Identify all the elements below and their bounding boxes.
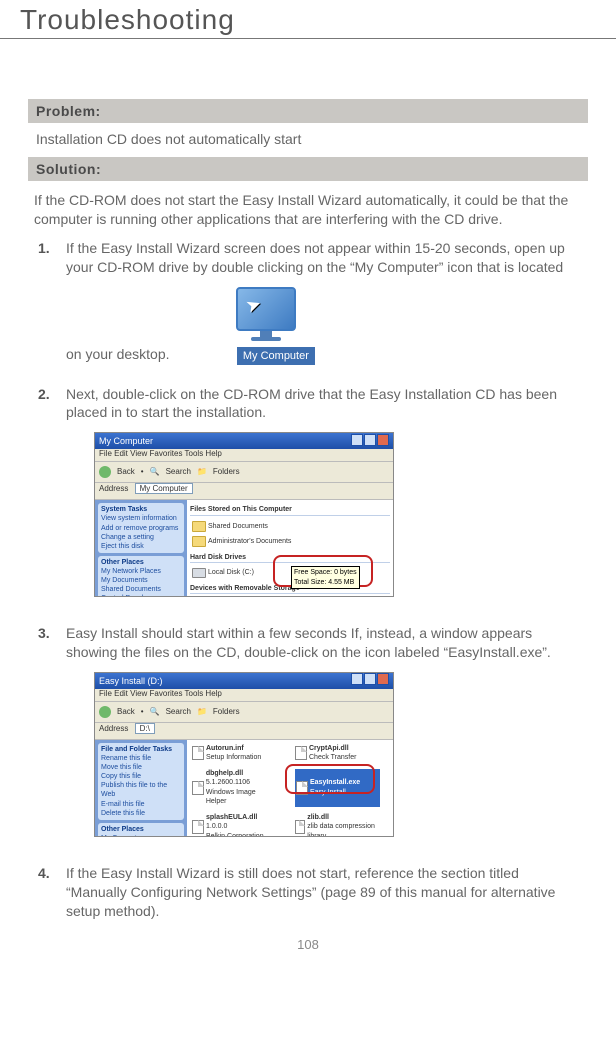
steps-list: If the Easy Install Wizard screen does n… — [28, 239, 588, 921]
solution-label: Solution: — [28, 157, 588, 181]
step-1: If the Easy Install Wizard screen does n… — [38, 239, 582, 375]
addressbar: Address D:\ — [95, 723, 393, 740]
explorer-cdrom-screenshot: Easy Install (D:) File Edit View Favorit… — [94, 672, 394, 837]
addressbar: Address My Computer — [95, 483, 393, 500]
side-panel: File and Folder Tasks Rename this file M… — [95, 740, 187, 837]
page-title: Troubleshooting — [20, 4, 588, 36]
back-icon — [99, 706, 111, 718]
cdrom-tooltip: Free Space: 0 bytes Total Size: 4.55 MB — [291, 566, 360, 589]
window-buttons — [350, 434, 389, 449]
side-panel: System Tasks View system information Add… — [95, 500, 187, 597]
window-title: My Computer — [99, 435, 153, 447]
toolbar: Back • 🔍Search 📁Folders — [95, 462, 393, 483]
window-title: Easy Install (D:) — [99, 675, 163, 687]
problem-text: Installation CD does not automatically s… — [28, 123, 588, 157]
step-2: Next, double-click on the CD-ROM drive t… — [38, 385, 582, 615]
step-3-text: Easy Install should start within a few s… — [66, 625, 551, 660]
my-computer-desktop-icon: ➤ My Computer — [213, 285, 319, 365]
window-buttons — [350, 673, 389, 688]
step-3: Easy Install should start within a few s… — [38, 624, 582, 854]
step-4-text: If the Easy Install Wizard is still does… — [66, 865, 555, 919]
main-panel: Autorun.infSetup Information CryptApi.dl… — [187, 740, 393, 837]
page-number: 108 — [28, 937, 588, 952]
toolbar: Back • 🔍Search 📁Folders — [95, 702, 393, 723]
menubar: File Edit View Favorites Tools Help — [95, 449, 393, 462]
title-rule — [0, 38, 616, 39]
red-highlight-easyinstall — [285, 764, 375, 794]
problem-label: Problem: — [28, 99, 588, 123]
step-4: If the Easy Install Wizard is still does… — [38, 864, 582, 921]
back-icon — [99, 466, 111, 478]
my-computer-label: My Computer — [237, 347, 315, 366]
step-2-text: Next, double-click on the CD-ROM drive t… — [66, 386, 557, 421]
explorer-mycomputer-screenshot: My Computer File Edit View Favorites Too… — [94, 432, 394, 597]
main-panel: Files Stored on This Computer Shared Doc… — [187, 500, 393, 597]
menubar: File Edit View Favorites Tools Help — [95, 689, 393, 702]
solution-intro: If the CD-ROM does not start the Easy In… — [28, 181, 588, 235]
